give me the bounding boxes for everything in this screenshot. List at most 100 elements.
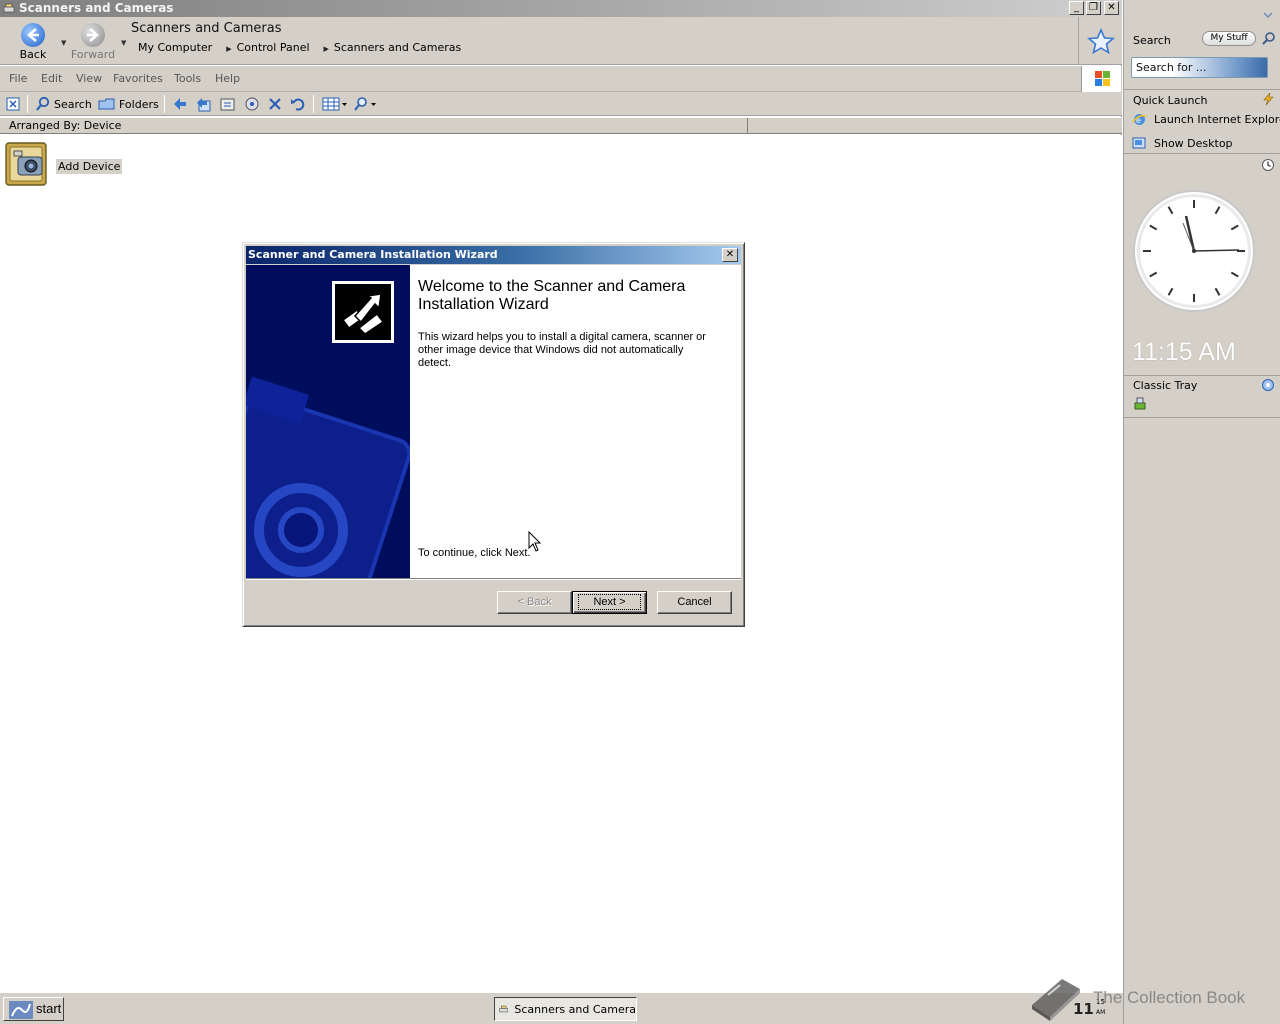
network-tray-icon[interactable] xyxy=(1133,397,1147,411)
watermark-text: The Collection Book xyxy=(1093,988,1246,1007)
close-pane-button[interactable] xyxy=(6,95,20,113)
launch-internet-explorer[interactable]: e Launch Internet Explorer xyxy=(1132,112,1280,127)
wizard-separator xyxy=(246,578,741,580)
my-stuff-button[interactable]: My Stuff xyxy=(1202,31,1256,46)
undo-icon xyxy=(291,98,305,111)
toolbar-separator xyxy=(27,95,28,113)
undo-button[interactable] xyxy=(290,95,306,113)
back-label: Back xyxy=(19,48,47,61)
undo-history-button[interactable] xyxy=(219,95,237,113)
minimize-button[interactable]: _ xyxy=(1069,1,1084,15)
wizard-body: Welcome to the Scanner and Camera Instal… xyxy=(410,265,741,578)
installation-wizard-dialog: Scanner and Camera Installation Wizard ✕… xyxy=(242,242,745,627)
menu-edit[interactable]: Edit xyxy=(41,72,62,85)
menu-tools[interactable]: Tools xyxy=(174,72,201,85)
breadcrumb-control-panel[interactable]: ▶ Control Panel xyxy=(226,41,309,54)
camera-scanner-icon xyxy=(5,142,47,186)
folders-button[interactable]: Folders xyxy=(98,95,159,113)
navigation-bar: Back ▼ Forward ▼ Scanners and Cameras My… xyxy=(0,17,1122,65)
location-title: Scanners and Cameras xyxy=(131,21,282,36)
start-logo-icon xyxy=(9,1001,33,1019)
menu-bar: File Edit View Favorites Tools Help xyxy=(0,66,1122,92)
add-device-item[interactable]: Add Device xyxy=(4,139,124,191)
show-desktop-icon xyxy=(1132,137,1146,149)
wizard-next-button[interactable]: Next > xyxy=(572,591,647,614)
zoom-button[interactable] xyxy=(352,95,378,113)
classic-tray-title: Classic Tray xyxy=(1133,379,1198,392)
taskbar: start Scanners and Camera xyxy=(0,992,1123,1024)
quick-launch-title: Quick Launch xyxy=(1133,94,1208,107)
launch-internet-explorer-label: Launch Internet Explorer xyxy=(1154,113,1280,126)
toolbar-separator xyxy=(313,95,314,113)
arranged-by-header[interactable]: Arranged By: Device xyxy=(0,118,748,134)
back-button[interactable]: Back xyxy=(8,23,58,63)
classic-tray-settings-icon[interactable] xyxy=(1261,378,1275,392)
internet-explorer-icon: e xyxy=(1132,114,1147,125)
classic-tray-section: Classic Tray xyxy=(1124,376,1280,418)
delete-button[interactable] xyxy=(267,95,283,113)
folders-label: Folders xyxy=(119,97,159,111)
clock-settings-icon[interactable] xyxy=(1261,158,1275,172)
view-button[interactable] xyxy=(243,95,261,113)
show-desktop-label: Show Desktop xyxy=(1154,137,1233,150)
wizard-next-label: Next > xyxy=(578,594,641,610)
delete-icon xyxy=(269,98,281,110)
copy-to-button[interactable] xyxy=(195,95,213,113)
breadcrumb-arrow-icon: ▶ xyxy=(323,45,329,53)
views-button[interactable] xyxy=(322,95,348,113)
wizard-back-button[interactable]: < Back xyxy=(497,591,572,614)
analog-clock-icon xyxy=(1133,190,1255,312)
breadcrumb-my-computer[interactable]: My Computer xyxy=(138,41,212,54)
wizard-heading: Welcome to the Scanner and Camera Instal… xyxy=(418,278,686,313)
search-label: Search xyxy=(54,97,92,111)
wizard-titlebar[interactable]: Scanner and Camera Installation Wizard ✕ xyxy=(246,246,741,264)
wizard-cancel-button[interactable]: Cancel xyxy=(657,591,732,614)
column-header: Arranged By: Device xyxy=(0,117,1122,134)
forward-button[interactable]: Forward xyxy=(68,23,118,63)
breadcrumb-arrow-icon: ▶ xyxy=(226,45,232,53)
scanner-camera-icon xyxy=(3,3,15,13)
move-to-icon xyxy=(174,98,186,110)
clock-section: 11:15 AM xyxy=(1124,154,1280,376)
toolbar: Search Folders xyxy=(0,92,1122,116)
taskbar-item-label: Scanners and Camera xyxy=(514,1002,636,1016)
wizard-description: This wizard helps you to install a digit… xyxy=(418,331,706,369)
search-input[interactable]: Search for ... xyxy=(1131,57,1268,78)
search-icon xyxy=(36,96,50,111)
breadcrumb-scanners-cameras[interactable]: ▶ Scanners and Cameras xyxy=(324,41,462,54)
folders-icon xyxy=(98,98,115,110)
close-pane-icon xyxy=(6,97,20,111)
menu-view[interactable]: View xyxy=(76,72,102,85)
star-icon xyxy=(1086,28,1116,55)
menu-help[interactable]: Help xyxy=(215,72,240,85)
windows-flag-icon xyxy=(1081,66,1121,92)
taskbar-item-scanners[interactable]: Scanners and Camera xyxy=(494,997,637,1021)
search-button[interactable]: Search xyxy=(35,95,92,113)
scanner-camera-icon xyxy=(499,1005,509,1013)
menu-favorites[interactable]: Favorites xyxy=(113,72,163,85)
wizard-logo-icon xyxy=(332,281,394,343)
quick-launch-section: Quick Launch e Launch Internet Explorer … xyxy=(1124,90,1280,154)
forward-dropdown-icon[interactable]: ▼ xyxy=(121,39,126,47)
back-arrow-icon xyxy=(21,23,45,47)
start-button[interactable]: start xyxy=(3,997,64,1021)
wizard-banner xyxy=(246,265,410,578)
wizard-continue-text: To continue, click Next. xyxy=(418,547,531,559)
properties-icon xyxy=(220,98,235,111)
close-button[interactable]: ✕ xyxy=(1104,1,1119,15)
forward-arrow-icon xyxy=(81,23,105,47)
menu-file[interactable]: File xyxy=(9,72,27,85)
favorites-star-button[interactable] xyxy=(1078,17,1122,65)
start-label: start xyxy=(36,1001,62,1016)
restore-button[interactable]: ❐ xyxy=(1086,1,1101,15)
copy-to-icon xyxy=(197,98,211,112)
wizard-close-button[interactable]: ✕ xyxy=(722,248,738,262)
search-icon[interactable] xyxy=(1261,31,1276,46)
views-grid-icon xyxy=(322,97,347,111)
move-to-button[interactable] xyxy=(171,95,189,113)
back-dropdown-icon[interactable]: ▼ xyxy=(61,39,66,47)
search-section: Search My Stuff Search for ... xyxy=(1124,0,1280,90)
zoom-icon xyxy=(354,97,376,111)
window-titlebar[interactable]: Scanners and Cameras _ ❐ ✕ xyxy=(0,0,1122,17)
show-desktop[interactable]: Show Desktop xyxy=(1132,136,1233,151)
